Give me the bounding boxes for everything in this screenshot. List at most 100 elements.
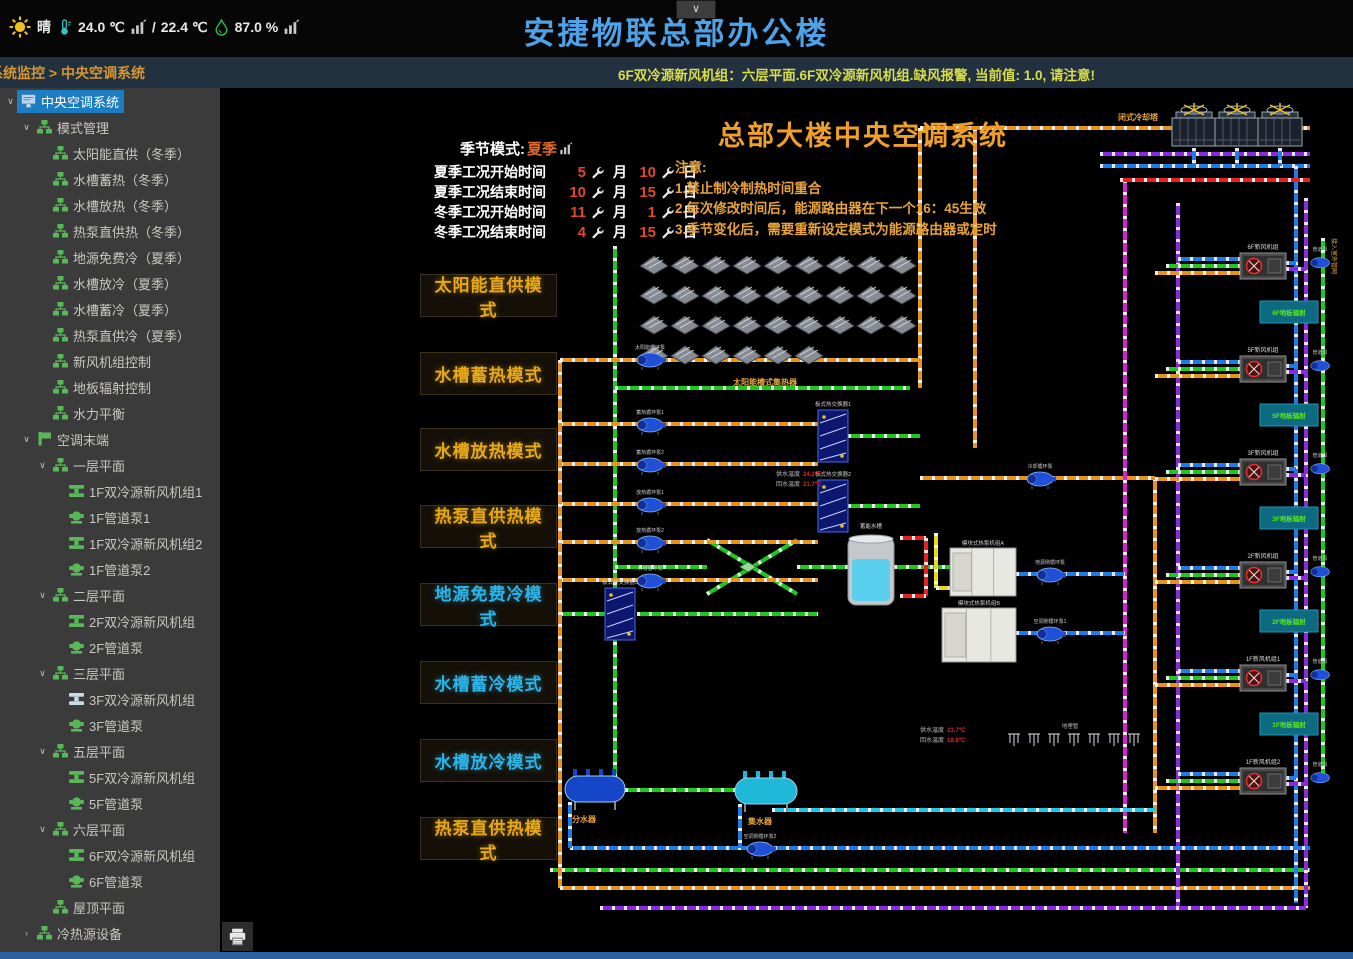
wrench-icon[interactable] bbox=[588, 166, 606, 179]
sidebar-item[interactable]: ∨空调末端 bbox=[0, 426, 220, 452]
sidebar-item-body[interactable]: 太阳能直供（冬季） bbox=[49, 142, 195, 165]
sidebar-item-body[interactable]: 屋顶平面 bbox=[49, 896, 130, 919]
sidebar-item-body[interactable]: 水力平衡 bbox=[49, 402, 130, 425]
pump[interactable] bbox=[1311, 670, 1330, 680]
sidebar-item-body[interactable]: 1F双冷源新风机组1 bbox=[65, 480, 207, 503]
sidebar-item-body[interactable]: 水槽蓄冷（夏季） bbox=[49, 298, 182, 321]
sidebar-item-body[interactable]: 一层平面 bbox=[49, 454, 130, 477]
sidebar-item-body[interactable]: 6F双冷源新风机组 bbox=[65, 844, 200, 867]
sidebar-item-body[interactable]: 2F双冷源新风机组 bbox=[65, 610, 200, 633]
sidebar-item-body[interactable]: 水槽放热（冬季） bbox=[49, 194, 182, 217]
sidebar-item-body[interactable]: 热泵直供热（冬季） bbox=[49, 220, 195, 243]
sidebar-item[interactable]: 水槽放热（冬季） bbox=[0, 192, 220, 218]
floor-ahu[interactable] bbox=[1240, 665, 1286, 691]
sidebar-item-body[interactable]: 六层平面 bbox=[49, 818, 130, 841]
mode-button[interactable]: 太阳能直供模式 bbox=[420, 274, 557, 317]
sidebar-item[interactable]: 2F双冷源新风机组 bbox=[0, 608, 220, 634]
sidebar-item-body[interactable]: 1F双冷源新风机组2 bbox=[65, 532, 207, 555]
sidebar-item-body[interactable]: 空调末端 bbox=[33, 428, 114, 451]
chevron-down-icon[interactable]: ∨ bbox=[36, 590, 49, 601]
wrench-icon[interactable] bbox=[658, 206, 676, 219]
heat-pump-unit[interactable] bbox=[950, 548, 1016, 596]
sidebar-item[interactable]: 6F双冷源新风机组 bbox=[0, 842, 220, 868]
pump[interactable] bbox=[637, 498, 666, 515]
sidebar-item[interactable]: 地板辐射控制 bbox=[0, 374, 220, 400]
heat-pump-unit[interactable] bbox=[942, 608, 1016, 662]
chevron-down-icon[interactable]: ∨ bbox=[20, 122, 33, 133]
sidebar-item[interactable]: 2F管道泵 bbox=[0, 634, 220, 660]
plate-heat-exchanger[interactable] bbox=[818, 480, 848, 532]
sidebar-item-body[interactable]: 五层平面 bbox=[49, 740, 130, 763]
plate-heat-exchanger[interactable] bbox=[605, 588, 635, 640]
sidebar-item[interactable]: ∨中央空调系统 bbox=[0, 88, 220, 114]
sidebar-item-body[interactable]: 冷热源设备 bbox=[33, 922, 127, 945]
sidebar-item-body[interactable]: 1F管道泵1 bbox=[65, 506, 155, 529]
sidebar-item-body[interactable]: 二层平面 bbox=[49, 584, 130, 607]
sidebar-item-body[interactable]: 新风机组控制 bbox=[49, 350, 156, 373]
pump[interactable] bbox=[1037, 627, 1066, 644]
pump[interactable] bbox=[1311, 361, 1330, 371]
sidebar-item[interactable]: 热泵直供热（冬季） bbox=[0, 218, 220, 244]
cooling-tower[interactable] bbox=[1172, 103, 1216, 146]
mode-button[interactable]: 水槽蓄热模式 bbox=[420, 352, 557, 395]
sidebar-item[interactable]: 热泵直供冷（夏季） bbox=[0, 322, 220, 348]
sidebar-item[interactable]: 3F双冷源新风机组 bbox=[0, 686, 220, 712]
sidebar-item[interactable]: 1F双冷源新风机组1 bbox=[0, 478, 220, 504]
pump[interactable] bbox=[637, 418, 666, 435]
sidebar-item[interactable]: 6F管道泵 bbox=[0, 868, 220, 894]
floor-ahu[interactable] bbox=[1240, 459, 1286, 485]
pump[interactable] bbox=[637, 574, 666, 591]
pump[interactable] bbox=[1311, 258, 1330, 268]
pump[interactable] bbox=[1027, 472, 1056, 489]
floor-ahu[interactable] bbox=[1240, 768, 1286, 794]
sidebar-item[interactable]: 地源免费冷（夏季） bbox=[0, 244, 220, 270]
sidebar-item[interactable]: 1F管道泵1 bbox=[0, 504, 220, 530]
pump[interactable] bbox=[637, 458, 666, 475]
chevron-down-icon[interactable]: ∨ bbox=[36, 460, 49, 471]
sidebar-item[interactable]: 5F管道泵 bbox=[0, 790, 220, 816]
floor-ahu[interactable] bbox=[1240, 562, 1286, 588]
sidebar-item-body[interactable]: 6F管道泵 bbox=[65, 870, 148, 893]
mode-button[interactable]: 水槽放热模式 bbox=[420, 428, 557, 471]
plate-heat-exchanger[interactable] bbox=[818, 410, 848, 462]
sidebar-item[interactable]: ∨二层平面 bbox=[0, 582, 220, 608]
sidebar-item-body[interactable]: 水槽放冷（夏季） bbox=[49, 272, 182, 295]
mode-button[interactable]: 水槽蓄冷模式 bbox=[420, 661, 557, 704]
wrench-icon[interactable] bbox=[588, 226, 606, 239]
chevron-down-icon[interactable]: ∨ bbox=[4, 96, 17, 107]
sidebar-item[interactable]: 新风机组控制 bbox=[0, 348, 220, 374]
pump[interactable] bbox=[1311, 464, 1330, 474]
sidebar-item-body[interactable]: 热泵直供冷（夏季） bbox=[49, 324, 195, 347]
chevron-down-icon[interactable]: ∨ bbox=[36, 746, 49, 757]
pump[interactable] bbox=[747, 842, 776, 859]
sidebar-item[interactable]: ›冷热源设备 bbox=[0, 920, 220, 946]
sidebar-item-body[interactable]: 2F管道泵 bbox=[65, 636, 148, 659]
header-collapse-button[interactable]: ∨ bbox=[676, 0, 716, 19]
pump[interactable] bbox=[1037, 568, 1066, 585]
sidebar-item[interactable]: 水槽蓄冷（夏季） bbox=[0, 296, 220, 322]
wrench-icon[interactable] bbox=[588, 186, 606, 199]
sidebar-item-selected[interactable]: 中央空调系统 bbox=[17, 90, 124, 113]
sidebar-item[interactable]: ∨三层平面 bbox=[0, 660, 220, 686]
sidebar-item-body[interactable]: 地源免费冷（夏季） bbox=[49, 246, 195, 269]
sidebar-item[interactable]: 1F双冷源新风机组2 bbox=[0, 530, 220, 556]
sidebar-item-body[interactable]: 5F双冷源新风机组 bbox=[65, 766, 200, 789]
cooling-tower[interactable] bbox=[1258, 103, 1302, 146]
wrench-icon[interactable] bbox=[658, 226, 676, 239]
floor-ahu[interactable] bbox=[1240, 356, 1286, 382]
sidebar-item-body[interactable]: 3F管道泵 bbox=[65, 714, 148, 737]
pump[interactable] bbox=[1311, 567, 1330, 577]
sidebar-item-body[interactable]: 地板辐射控制 bbox=[49, 376, 156, 399]
sidebar-item-body[interactable]: 5F管道泵 bbox=[65, 792, 148, 815]
header-tank[interactable] bbox=[565, 769, 625, 810]
sidebar-item[interactable]: 太阳能直供（冬季） bbox=[0, 140, 220, 166]
chevron-down-icon[interactable]: ∨ bbox=[36, 668, 49, 679]
sidebar-item[interactable]: ∨模式管理 bbox=[0, 114, 220, 140]
sidebar-item-body[interactable]: 3F双冷源新风机组 bbox=[65, 688, 200, 711]
mode-button[interactable]: 热泵直供热模式 bbox=[420, 817, 557, 860]
mode-button[interactable]: 水槽放冷模式 bbox=[420, 739, 557, 782]
sidebar-item-body[interactable]: 模式管理 bbox=[33, 116, 114, 139]
sidebar-item[interactable]: ∨五层平面 bbox=[0, 738, 220, 764]
sidebar-item[interactable]: 5F双冷源新风机组 bbox=[0, 764, 220, 790]
sidebar-item[interactable]: ∨一层平面 bbox=[0, 452, 220, 478]
